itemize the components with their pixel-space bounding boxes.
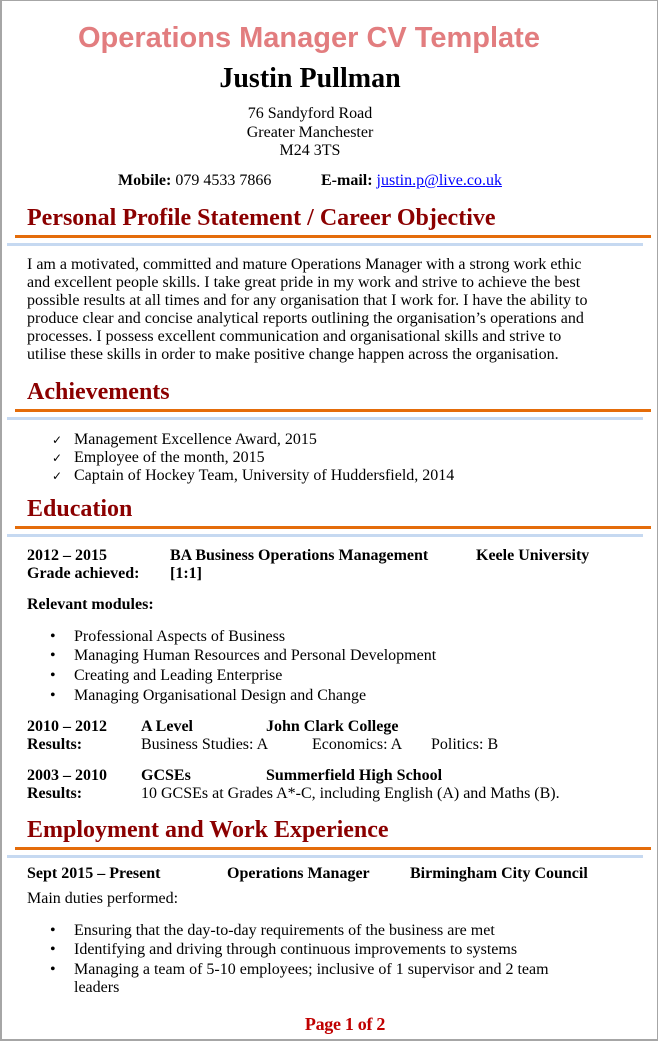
- profile-line: possible results at all times and for an…: [27, 292, 588, 309]
- profile-line: produce clear and concise analytical rep…: [27, 310, 584, 327]
- mobile-number: 079 4533 7866: [175, 172, 272, 189]
- bullet-icon: •: [50, 941, 56, 958]
- document-title: Operations Manager CV Template: [78, 22, 540, 54]
- achievement-item: ✓ Employee of the month, 2015: [52, 449, 265, 467]
- gcse-results-label: Results:: [27, 785, 83, 802]
- candidate-name: Justin Pullman: [219, 63, 401, 94]
- section-divider-blue: [7, 243, 643, 246]
- section-heading-employment: Employment and Work Experience: [27, 817, 389, 843]
- address-line: 76 Sandyford Road: [247, 105, 373, 122]
- job-dates: Sept 2015 – Present: [27, 865, 161, 882]
- gcse-dates: 2003 – 2010: [27, 767, 107, 784]
- email-contact: E-mail: justin.p@live.co.uk: [321, 172, 502, 190]
- grade-value: [1:1]: [170, 564, 202, 582]
- gcse-institution: Summerfield High School: [266, 767, 443, 784]
- module-text: Managing Human Resources and Personal De…: [74, 647, 437, 665]
- email-label: E-mail:: [321, 172, 373, 189]
- checkmark-icon: ✓: [52, 469, 63, 483]
- module-item: • Professional Aspects of Business: [50, 628, 285, 646]
- degree-dates: 2012 – 2015: [27, 546, 107, 564]
- section-heading-education: Education: [27, 496, 133, 522]
- section-divider-blue: [7, 417, 643, 420]
- duty-text: Ensuring that the day-to-day requirement…: [74, 922, 495, 939]
- bullet-icon: •: [50, 627, 56, 645]
- mobile-contact: Mobile: 079 4533 7866: [118, 172, 271, 190]
- module-text: Professional Aspects of Business: [74, 627, 286, 645]
- achievement-item: ✓ Captain of Hockey Team, University of H…: [52, 467, 454, 485]
- profile-line: I am a motivated, committed and mature O…: [27, 256, 582, 273]
- gcse-results: 10 GCSEs at Grades A*-C, including Engli…: [141, 785, 560, 802]
- a-level-results-label: Results:: [27, 736, 83, 753]
- a-level-result: Economics: A: [312, 736, 403, 753]
- section-heading-profile: Personal Profile Statement / Career Obje…: [27, 205, 496, 231]
- duty-text: Identifying and driving through continuo…: [74, 941, 518, 958]
- section-divider-orange: [15, 847, 651, 850]
- module-item: • Managing Human Resources and Personal D…: [50, 647, 436, 665]
- section-divider-orange: [15, 526, 651, 529]
- email-link[interactable]: justin.p@live.co.uk: [377, 172, 502, 189]
- duty-text: Managing a team of 5-10 employees; inclu…: [74, 961, 549, 996]
- duty-item: • Ensuring that the day-to-day requiremen…: [50, 922, 495, 940]
- grade-label: Grade achieved:: [27, 564, 140, 582]
- degree-title: BA Business Operations Management: [170, 546, 429, 564]
- section-divider-blue: [7, 534, 643, 537]
- achievement-text: Employee of the month, 2015: [74, 449, 265, 466]
- degree-institution: Keele University: [476, 546, 590, 564]
- duties-label: Main duties performed:: [27, 890, 179, 907]
- section-divider-orange: [15, 409, 651, 412]
- job-employer: Birmingham City Council: [410, 865, 588, 882]
- module-text: Creating and Leading Enterprise: [74, 666, 283, 684]
- section-divider-orange: [15, 235, 651, 238]
- section-divider-blue: [7, 855, 643, 858]
- profile-paragraph: I am a motivated, committed and mature O…: [27, 256, 587, 364]
- gcse-title: GCSEs: [141, 767, 191, 784]
- module-item: • Managing Organisational Design and Chan…: [50, 687, 366, 705]
- address-block: 76 Sandyford Road Greater Manchester M24…: [160, 105, 460, 161]
- bullet-icon: •: [50, 666, 56, 684]
- a-level-institution: John Clark College: [266, 718, 399, 735]
- module-text: Managing Organisational Design and Chang…: [74, 686, 367, 704]
- modules-label: Relevant modules:: [27, 596, 154, 613]
- mobile-label: Mobile:: [118, 172, 172, 189]
- bullet-icon: •: [50, 922, 56, 939]
- page-indicator: Page 1 of 2: [304, 1014, 386, 1034]
- job-title: Operations Manager: [227, 865, 370, 882]
- checkmark-icon: ✓: [52, 433, 63, 447]
- achievement-text: Captain of Hockey Team, University of Hu…: [74, 467, 455, 484]
- bullet-icon: •: [50, 686, 56, 704]
- a-level-title: A Level: [141, 718, 193, 735]
- section-heading-achievements: Achievements: [27, 379, 170, 405]
- profile-line: utilise these skills in order to make po…: [27, 346, 559, 363]
- address-line: M24 3TS: [279, 142, 341, 159]
- duty-item: • Managing a team of 5-10 employees; incl…: [50, 961, 559, 997]
- module-item: • Creating and Leading Enterprise: [50, 667, 282, 685]
- address-line: Greater Manchester: [246, 123, 374, 141]
- a-level-result: Politics: B: [431, 736, 499, 753]
- checkmark-icon: ✓: [52, 451, 63, 465]
- achievement-text: Management Excellence Award, 2015: [74, 431, 317, 448]
- duty-item: • Identifying and driving through continu…: [50, 941, 517, 959]
- profile-line: and excellent people skills. I take grea…: [27, 274, 581, 291]
- achievement-item: ✓ Management Excellence Award, 2015: [52, 431, 317, 449]
- cv-document-page: Operations Manager CV Template Justin Pu…: [0, 0, 658, 1041]
- bullet-icon: •: [50, 961, 56, 978]
- bullet-icon: •: [50, 647, 56, 665]
- profile-line: processes. I possess excellent communica…: [27, 328, 562, 345]
- a-level-result: Business Studies: A: [141, 736, 269, 753]
- a-level-dates: 2010 – 2012: [27, 718, 107, 735]
